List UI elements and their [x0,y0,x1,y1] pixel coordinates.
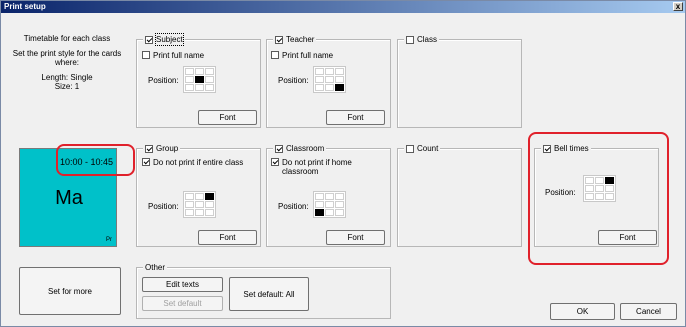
group-position-label: Position: [148,202,179,211]
cancel-button[interactable]: Cancel [620,303,677,320]
position-cell[interactable] [185,201,194,208]
classroom-position-grid[interactable] [313,191,346,218]
subject-font-button[interactable]: Font [198,110,257,125]
position-cell[interactable] [205,76,214,83]
window-title: Print setup [4,2,46,11]
subject-position-grid[interactable] [183,66,216,93]
set-default-button[interactable]: Set default [142,296,223,311]
group-checkbox[interactable] [145,144,153,153]
position-cell[interactable] [315,84,324,91]
classroom-home-option[interactable]: Do not print if home classroom [271,158,352,176]
group-position-grid[interactable] [183,191,216,218]
position-cell[interactable] [195,209,204,216]
teacher-print-full-name[interactable]: Print full name [271,51,333,60]
teacher-full-name-checkbox[interactable] [271,51,279,59]
class-group: Class [397,34,522,128]
teacher-position-grid[interactable] [313,66,346,93]
bell-times-highlight [528,132,669,265]
position-cell[interactable] [195,84,204,91]
ok-button[interactable]: OK [550,303,615,320]
group-entire-class-checkbox[interactable] [142,158,150,166]
time-highlight [56,144,135,176]
close-icon: x [675,2,681,11]
position-cell[interactable] [185,76,194,83]
title-bar: Print setup x [1,1,685,13]
classroom-checkbox[interactable] [275,144,283,153]
teacher-checkbox[interactable] [275,35,283,44]
position-cell[interactable] [315,201,324,208]
position-cell[interactable] [325,84,334,91]
subject-checkbox-label[interactable]: Subject [143,33,185,46]
position-cell[interactable] [205,201,214,208]
group-checkbox-label[interactable]: Group [143,143,181,154]
teacher-checkbox-label[interactable]: Teacher [273,34,317,45]
position-cell[interactable] [195,193,204,200]
position-cell[interactable] [205,84,214,91]
class-checkbox[interactable] [406,35,414,44]
position-cell[interactable] [195,68,204,75]
info-line-1: Timetable for each class [23,34,111,43]
classroom-home-checkbox[interactable] [271,158,279,166]
position-cell[interactable] [335,76,344,83]
classroom-position-label: Position: [278,202,309,211]
subject-print-full-name[interactable]: Print full name [142,51,204,60]
position-cell[interactable] [205,68,214,75]
position-cell[interactable] [335,201,344,208]
position-cell[interactable] [335,68,344,75]
info-line-5: Size: 1 [54,82,80,91]
position-cell[interactable] [205,193,214,200]
position-cell[interactable] [325,76,334,83]
left-info: Timetable for each class Set the print s… [11,34,123,91]
position-cell[interactable] [325,68,334,75]
set-for-more-button[interactable]: Set for more [19,267,121,315]
teacher-font-button[interactable]: Font [326,110,385,125]
count-group: Count [397,143,522,247]
preview-corner: Pr [106,237,112,243]
count-checkbox[interactable] [406,144,414,153]
position-cell[interactable] [315,76,324,83]
position-cell[interactable] [205,209,214,216]
position-cell[interactable] [335,193,344,200]
group-entire-class-option[interactable]: Do not print if entire class [142,158,243,167]
position-cell[interactable] [195,76,204,83]
edit-texts-button[interactable]: Edit texts [142,277,223,292]
position-cell[interactable] [325,209,334,216]
close-button[interactable]: x [673,2,683,11]
set-default-all-button[interactable]: Set default: All [229,277,309,311]
class-checkbox-label[interactable]: Class [404,34,440,45]
other-label: Other [143,262,168,273]
subject-checkbox[interactable] [145,35,153,44]
print-setup-dialog: Print setup x Timetable for each class S… [0,0,686,327]
preview-subject: Ma [55,187,83,209]
position-cell[interactable] [325,201,334,208]
position-cell[interactable] [335,209,344,216]
position-cell[interactable] [315,209,324,216]
teacher-position-label: Position: [278,76,309,85]
position-cell[interactable] [185,209,194,216]
position-cell[interactable] [315,193,324,200]
subject-full-name-checkbox[interactable] [142,51,150,59]
classroom-font-button[interactable]: Font [326,230,385,245]
position-cell[interactable] [195,201,204,208]
classroom-checkbox-label[interactable]: Classroom [273,143,327,154]
group-font-button[interactable]: Font [198,230,257,245]
position-cell[interactable] [315,68,324,75]
position-cell[interactable] [185,84,194,91]
info-line-2: Set the print style for the cards [12,49,122,58]
position-cell[interactable] [325,193,334,200]
position-cell[interactable] [335,84,344,91]
count-checkbox-label[interactable]: Count [404,143,441,154]
info-line-4: Length: Single [41,73,93,82]
subject-position-label: Position: [148,76,179,85]
info-line-3: where: [54,58,79,67]
position-cell[interactable] [185,68,194,75]
position-cell[interactable] [185,193,194,200]
